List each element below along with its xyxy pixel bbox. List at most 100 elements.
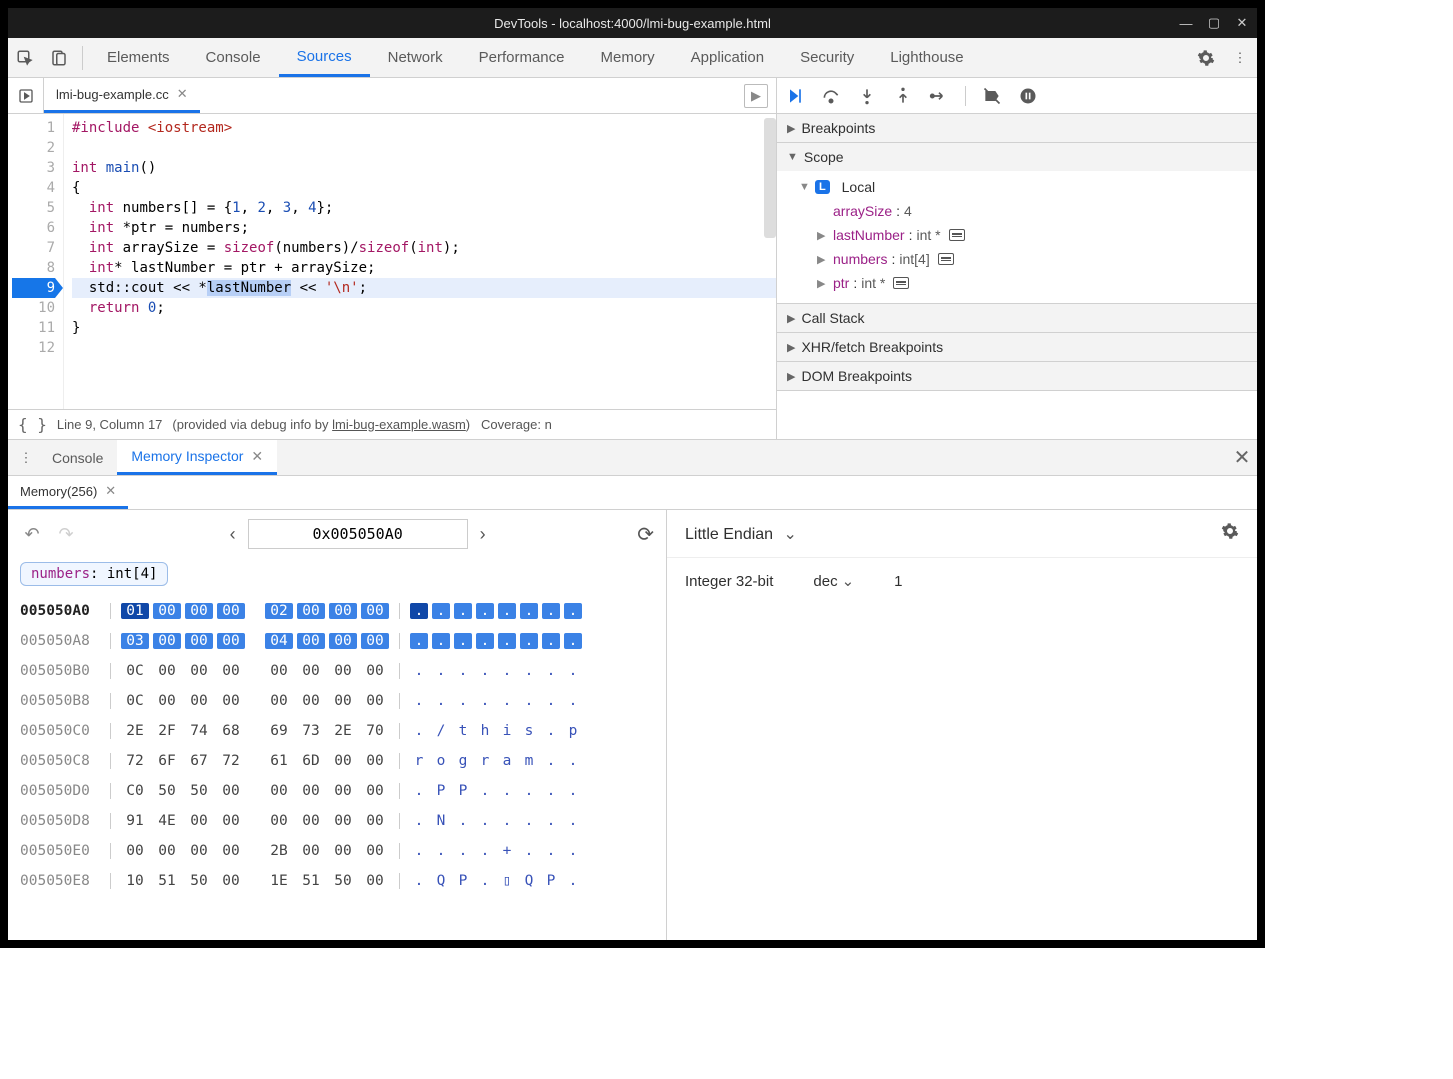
- editor-file-name: lmi-bug-example.cc: [56, 87, 169, 102]
- hex-row[interactable]: 005050E8105150001E515000.QP.▯QP.: [20, 866, 654, 896]
- editor-panel: lmi-bug-example.cc ✕ ▶ 123456789101112 #…: [8, 78, 777, 439]
- redo-icon[interactable]: ↷: [54, 522, 78, 546]
- tab-memory[interactable]: Memory: [583, 38, 673, 77]
- tab-performance[interactable]: Performance: [461, 38, 583, 77]
- reveal-in-memory-icon[interactable]: [938, 253, 954, 265]
- hex-table[interactable]: 005050A00100000002000000........005050A8…: [8, 596, 666, 940]
- step-icon[interactable]: [929, 86, 949, 106]
- titlebar: DevTools - localhost:4000/lmi-bug-exampl…: [8, 8, 1257, 38]
- code-editor[interactable]: 123456789101112 #include <iostream>int m…: [8, 114, 776, 409]
- close-icon[interactable]: ✕: [251, 448, 263, 465]
- hex-row[interactable]: 005050E0000000002B000000....+...: [20, 836, 654, 866]
- endianness-select[interactable]: Little Endian ⌄: [685, 524, 797, 544]
- callstack-section: ▶Call Stack: [777, 304, 1257, 333]
- dom-breakpoints-section: ▶DOM Breakpoints: [777, 362, 1257, 391]
- breakpoints-section: ▶Breakpoints: [777, 114, 1257, 143]
- value-format-select[interactable]: dec⌄: [813, 572, 854, 590]
- settings-icon[interactable]: [1189, 38, 1223, 77]
- step-out-icon[interactable]: [893, 86, 913, 106]
- prev-page-icon[interactable]: ‹: [224, 524, 242, 545]
- tab-application[interactable]: Application: [673, 38, 782, 77]
- tab-sources[interactable]: Sources: [279, 38, 370, 77]
- dom-breakpoints-header[interactable]: ▶DOM Breakpoints: [777, 362, 1257, 390]
- close-icon[interactable]: ✕: [177, 86, 188, 102]
- window-title: DevTools - localhost:4000/lmi-bug-exampl…: [494, 16, 771, 31]
- chevron-right-icon: ▶: [817, 277, 829, 290]
- pretty-print-icon[interactable]: { }: [18, 415, 47, 434]
- tab-console[interactable]: Console: [188, 38, 279, 77]
- chevron-down-icon: ⌄: [784, 526, 797, 543]
- wasm-link[interactable]: lmi-bug-example.wasm: [332, 417, 466, 432]
- memory-instance-tab[interactable]: Memory(256) ✕: [8, 476, 128, 509]
- scope-section: ▼Scope ▼L Local arraySize: 4▶lastNumber:…: [777, 143, 1257, 304]
- memory-nav: ↶ ↷ ‹ › ⟳: [8, 510, 666, 558]
- tab-security[interactable]: Security: [782, 38, 872, 77]
- scope-local-row[interactable]: ▼L Local: [799, 175, 1257, 199]
- execute-icon[interactable]: ▶: [744, 84, 768, 108]
- tab-elements[interactable]: Elements: [89, 38, 188, 77]
- editor-file-tab[interactable]: lmi-bug-example.cc ✕: [44, 78, 200, 113]
- scope-var[interactable]: ▶lastNumber: int *: [799, 223, 1257, 247]
- hex-row[interactable]: 005050D8914E000000000000.N......: [20, 806, 654, 836]
- drawer-tabs: ⋮ Console Memory Inspector✕ ✕: [8, 440, 1257, 476]
- callstack-header[interactable]: ▶Call Stack: [777, 304, 1257, 332]
- reveal-in-memory-icon[interactable]: [949, 229, 965, 241]
- editor-tabs: lmi-bug-example.cc ✕ ▶: [8, 78, 776, 114]
- debugger-panel: ▶Breakpoints ▼Scope ▼L Local arraySize: …: [777, 78, 1257, 439]
- scope-header[interactable]: ▼Scope: [777, 143, 1257, 171]
- scope-var[interactable]: ▶numbers: int[4]: [799, 247, 1257, 271]
- scope-var[interactable]: arraySize: 4: [799, 199, 1257, 223]
- chevron-right-icon: ▶: [787, 370, 795, 383]
- more-icon[interactable]: ⋮: [1223, 38, 1257, 77]
- code-lines[interactable]: #include <iostream>int main(){ int numbe…: [64, 114, 776, 409]
- pause-exceptions-icon[interactable]: [1018, 86, 1038, 106]
- endianness-row: Little Endian ⌄: [667, 510, 1257, 558]
- step-into-icon[interactable]: [857, 86, 877, 106]
- resume-icon[interactable]: [785, 86, 805, 106]
- tab-lighthouse[interactable]: Lighthouse: [872, 38, 981, 77]
- chevron-right-icon: ▶: [817, 229, 829, 242]
- refresh-icon[interactable]: ⟳: [637, 522, 654, 547]
- close-drawer-icon[interactable]: ✕: [1227, 445, 1257, 470]
- hex-row[interactable]: 005050C02E2F746869732E70./this.p: [20, 716, 654, 746]
- snippet-run-icon[interactable]: [8, 78, 44, 113]
- close-icon[interactable]: ✕: [1235, 16, 1249, 30]
- hex-row[interactable]: 005050B80C00000000000000........: [20, 686, 654, 716]
- chevron-right-icon: ▶: [817, 253, 829, 266]
- next-page-icon[interactable]: ›: [474, 524, 492, 545]
- memory-instance-tabs: Memory(256) ✕: [8, 476, 1257, 510]
- debugger-toolbar: [777, 78, 1257, 114]
- chevron-right-icon: ▶: [787, 312, 795, 325]
- close-icon[interactable]: ✕: [105, 483, 116, 499]
- drawer-tab-console[interactable]: Console: [38, 440, 117, 475]
- memory-highlight-chip[interactable]: numbers: int[4]: [20, 562, 168, 586]
- main-split: lmi-bug-example.cc ✕ ▶ 123456789101112 #…: [8, 78, 1257, 440]
- undo-icon[interactable]: ↶: [20, 522, 44, 546]
- device-toggle-icon[interactable]: [42, 38, 76, 77]
- maximize-icon[interactable]: ▢: [1207, 16, 1221, 30]
- breakpoints-header[interactable]: ▶Breakpoints: [777, 114, 1257, 142]
- hex-row[interactable]: 005050B00C00000000000000........: [20, 656, 654, 686]
- reveal-in-memory-icon[interactable]: [893, 277, 909, 289]
- scope-var[interactable]: ▶ptr: int *: [799, 271, 1257, 295]
- inspect-icon[interactable]: [8, 38, 42, 77]
- step-over-icon[interactable]: [821, 86, 841, 106]
- hex-row[interactable]: 005050A80300000004000000........: [20, 626, 654, 656]
- debug-info-provenance: (provided via debug info by lmi-bug-exam…: [172, 417, 551, 432]
- value-interpretation-row: Integer 32-bit dec⌄ 1: [667, 558, 1257, 604]
- xhr-breakpoints-header[interactable]: ▶XHR/fetch Breakpoints: [777, 333, 1257, 361]
- drawer-tab-memory-inspector[interactable]: Memory Inspector✕: [117, 440, 277, 475]
- hex-row[interactable]: 005050A00100000002000000........: [20, 596, 654, 626]
- gear-icon[interactable]: [1221, 522, 1239, 545]
- scrollbar[interactable]: [764, 118, 776, 238]
- interpreted-value: 1: [894, 573, 902, 590]
- deactivate-breakpoints-icon[interactable]: [982, 86, 1002, 106]
- more-icon[interactable]: ⋮: [14, 450, 38, 466]
- tab-network[interactable]: Network: [370, 38, 461, 77]
- hex-row[interactable]: 005050D0C050500000000000.PP.....: [20, 776, 654, 806]
- memory-split: ↶ ↷ ‹ › ⟳ numbers: int[4] 005050A0010000…: [8, 510, 1257, 940]
- minimize-icon[interactable]: —: [1179, 16, 1193, 30]
- chevron-down-icon: ▼: [799, 181, 811, 193]
- address-input[interactable]: [248, 519, 468, 549]
- hex-row[interactable]: 005050C8726F6772616D0000rogram..: [20, 746, 654, 776]
